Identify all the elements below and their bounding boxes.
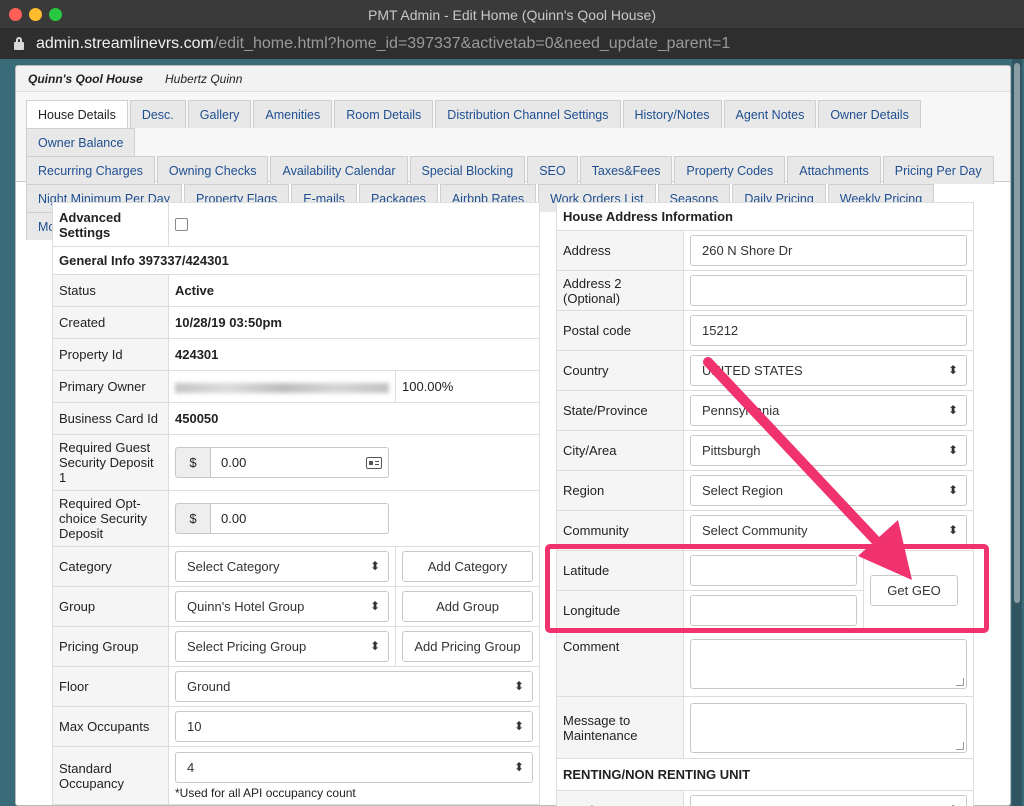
deposit1-label: Required Guest Security Deposit 1 bbox=[52, 434, 169, 491]
scrollbar-thumb[interactable] bbox=[1014, 63, 1020, 603]
currency-addon: $ bbox=[175, 503, 211, 534]
city-select[interactable]: Pittsburgh bbox=[690, 435, 967, 466]
renting-type-label: Renting Type bbox=[556, 790, 684, 806]
advanced-settings-checkbox[interactable] bbox=[175, 218, 188, 231]
group-select[interactable]: Quinn's Hotel Group bbox=[175, 591, 389, 622]
tab-attachments[interactable]: Attachments bbox=[787, 156, 881, 184]
url-text[interactable]: admin.streamlinevrs.com/edit_home.html?h… bbox=[36, 35, 730, 53]
status-value: Active bbox=[168, 274, 540, 307]
add-category-button[interactable]: Add Category bbox=[402, 551, 533, 582]
title-bar: PMT Admin - Edit Home (Quinn's Qool Hous… bbox=[0, 0, 1024, 29]
created-value: 10/28/19 03:50pm bbox=[168, 306, 540, 339]
status-label: Status bbox=[52, 274, 169, 307]
general-info-heading: General Info 397337/424301 bbox=[52, 246, 540, 275]
standard-occupancy-select[interactable]: 4 bbox=[175, 751, 533, 783]
tab-seo[interactable]: SEO bbox=[527, 156, 578, 184]
tab-owning-checks[interactable]: Owning Checks bbox=[156, 156, 269, 184]
comment-textarea[interactable] bbox=[690, 638, 967, 689]
get-geo-button[interactable]: Get GEO bbox=[870, 575, 958, 606]
maintenance-label: Message to Maintenance bbox=[556, 696, 684, 759]
advanced-settings-label: Advanced Settings bbox=[52, 202, 169, 247]
city-label: City/Area bbox=[556, 430, 684, 471]
primary-owner-label: Primary Owner bbox=[52, 370, 169, 403]
floor-select[interactable]: Ground bbox=[175, 671, 533, 702]
region-label: Region bbox=[556, 470, 684, 511]
address-bar[interactable]: admin.streamlinevrs.com/edit_home.html?h… bbox=[0, 29, 1024, 59]
tab-taxes-fees[interactable]: Taxes&Fees bbox=[579, 156, 673, 184]
tab-recurring-charges[interactable]: Recurring Charges bbox=[26, 156, 155, 184]
primary-owner-percent: 100.00% bbox=[395, 370, 540, 403]
country-label: Country bbox=[556, 350, 684, 391]
card-icon[interactable] bbox=[366, 457, 382, 469]
tab-house-details[interactable]: House Details bbox=[26, 100, 128, 128]
property-id-label: Property Id bbox=[52, 338, 169, 371]
currency-addon: $ bbox=[175, 447, 211, 478]
deposit-opt-input[interactable]: 0.00 bbox=[211, 503, 389, 534]
longitude-input[interactable] bbox=[690, 595, 857, 626]
address-table: House Address Information Address 260 N S… bbox=[556, 202, 974, 806]
floor-label: Floor bbox=[52, 666, 169, 707]
tab-pricing-per-day[interactable]: Pricing Per Day bbox=[882, 156, 994, 184]
primary-owner-email-redacted bbox=[175, 382, 389, 393]
address-section-title: House Address Information bbox=[556, 202, 974, 231]
standard-occupancy-label: Standard Occupancy bbox=[52, 746, 169, 805]
tab-bar: House Details Desc. Gallery Amenities Room D… bbox=[16, 92, 1010, 240]
business-card-value: 450050 bbox=[168, 402, 540, 435]
deposit1-input[interactable]: 0.00 bbox=[211, 447, 389, 478]
category-label: Category bbox=[52, 546, 169, 587]
country-select[interactable]: UNITED STATES bbox=[690, 355, 967, 386]
latitude-label: Latitude bbox=[556, 550, 684, 591]
address-label: Address bbox=[556, 230, 684, 271]
comment-label: Comment bbox=[556, 630, 684, 697]
community-select[interactable]: Select Community bbox=[690, 515, 967, 546]
property-id-value: 424301 bbox=[168, 338, 540, 371]
tab-owner-balance[interactable]: Owner Balance bbox=[26, 128, 136, 156]
region-select[interactable]: Select Region bbox=[690, 475, 967, 506]
window-title: PMT Admin - Edit Home (Quinn's Qool Hous… bbox=[368, 7, 656, 23]
tab-availability-calendar[interactable]: Availability Calendar bbox=[270, 156, 408, 184]
tab-property-codes[interactable]: Property Codes bbox=[674, 156, 786, 184]
state-select[interactable]: Pennsylvania bbox=[690, 395, 967, 426]
add-group-button[interactable]: Add Group bbox=[402, 591, 533, 622]
latitude-input[interactable] bbox=[690, 555, 857, 586]
community-label: Community bbox=[556, 510, 684, 551]
postal-code-input[interactable]: 15212 bbox=[690, 315, 967, 346]
general-info-table: Advanced Settings General Info 397337/42… bbox=[52, 202, 540, 805]
tab-amenities[interactable]: Amenities bbox=[253, 100, 333, 128]
page: Quinn's Qool House Hubertz Quinn House D… bbox=[0, 59, 1024, 806]
standard-occupancy-note: *Used for all API occupancy count bbox=[175, 785, 356, 800]
max-occupants-select[interactable]: 10 bbox=[175, 711, 533, 742]
tab-history-notes[interactable]: History/Notes bbox=[622, 100, 722, 128]
tab-distribution-channel-settings[interactable]: Distribution Channel Settings bbox=[435, 100, 621, 128]
renting-type-select[interactable]: RENTING bbox=[690, 795, 967, 806]
pricing-group-label: Pricing Group bbox=[52, 626, 169, 667]
tab-agent-notes[interactable]: Agent Notes bbox=[723, 100, 817, 128]
created-label: Created bbox=[52, 306, 169, 339]
business-card-label: Business Card Id bbox=[52, 402, 169, 435]
tab-desc[interactable]: Desc. bbox=[129, 100, 186, 128]
page-scrollbar[interactable] bbox=[1012, 59, 1022, 806]
longitude-label: Longitude bbox=[556, 590, 684, 631]
deposit-opt-label: Required Opt-choice Security Deposit bbox=[52, 490, 169, 547]
add-pricing-group-button[interactable]: Add Pricing Group bbox=[402, 631, 533, 662]
renting-section-title: RENTING/NON RENTING UNIT bbox=[556, 758, 974, 791]
tab-room-details[interactable]: Room Details bbox=[334, 100, 434, 128]
group-label: Group bbox=[52, 586, 169, 627]
postal-code-label: Postal code bbox=[556, 310, 684, 351]
tab-owner-details[interactable]: Owner Details bbox=[818, 100, 921, 128]
home-name: Quinn's Qool House bbox=[28, 72, 143, 86]
tab-gallery[interactable]: Gallery bbox=[187, 100, 252, 128]
tab-special-blocking[interactable]: Special Blocking bbox=[409, 156, 526, 184]
maintenance-textarea[interactable] bbox=[690, 702, 967, 753]
address2-label: Address 2 (Optional) bbox=[556, 270, 684, 311]
state-label: State/Province bbox=[556, 390, 684, 431]
address2-input[interactable] bbox=[690, 275, 967, 306]
address-input[interactable]: 260 N Shore Dr bbox=[690, 235, 967, 266]
lock-icon bbox=[14, 37, 24, 50]
category-select[interactable]: Select Category bbox=[175, 551, 389, 582]
home-header: Quinn's Qool House Hubertz Quinn bbox=[16, 66, 1010, 92]
max-occupants-label: Max Occupants bbox=[52, 706, 169, 747]
pricing-group-select[interactable]: Select Pricing Group bbox=[175, 631, 389, 662]
owner-name: Hubertz Quinn bbox=[165, 72, 243, 86]
